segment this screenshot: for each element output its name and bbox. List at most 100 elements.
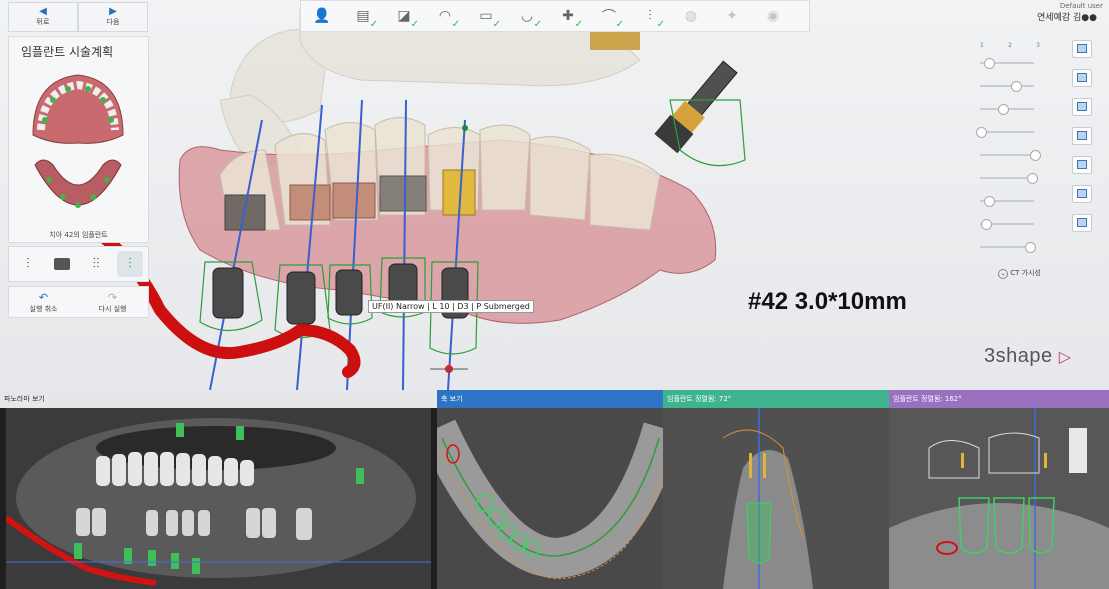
view-toggle-button-5[interactable] (1072, 156, 1092, 174)
undo-icon: ↶ (38, 290, 49, 304)
visibility-slider-7[interactable] (972, 194, 1042, 208)
check-icon: ✓ (615, 19, 624, 30)
axial-image[interactable] (437, 408, 663, 589)
visibility-panel: 1 2 3 (972, 40, 1048, 290)
workflow-step-guide[interactable]: ◍ (676, 3, 706, 29)
workflow-step-implant[interactable]: ⫶ ✓ (635, 3, 665, 30)
slider-handle[interactable] (976, 127, 987, 138)
visibility-slider-3[interactable] (972, 102, 1042, 116)
check-icon: ✓ (656, 19, 665, 30)
view-toggle-button-2[interactable] (1072, 69, 1092, 87)
slider-handle[interactable] (1011, 81, 1023, 92)
slider-handle[interactable] (1030, 150, 1041, 161)
workflow-step-export[interactable]: ✦ (717, 3, 747, 29)
tooth-crown-icon: ◠ (438, 8, 452, 24)
guide-implant-tool[interactable]: ⫶ (117, 251, 143, 277)
implant-info-label: UF(II) Narrow | L 10 | D3 | P Submerged (368, 300, 534, 313)
workflow-step-review[interactable]: ◉ (758, 3, 788, 29)
scan-data-icon: ▤ (356, 8, 370, 24)
workflow-step-tooth-crown[interactable]: ◠ ✓ (430, 3, 460, 30)
panorama-view[interactable]: 파노라마 보기 (0, 390, 437, 589)
export-icon: ✦ (726, 8, 738, 24)
workflow-step-patient[interactable]: 👤 (307, 3, 337, 29)
axial-view[interactable]: 축 보기 (437, 390, 663, 589)
visibility-slider-8[interactable] (972, 217, 1042, 231)
undo-redo-bar: ↶ 실행 취소 ↷ 다시 실행 (8, 286, 149, 318)
patient-icon: 👤 (313, 8, 331, 24)
3d-viewport[interactable]: UF(II) Narrow | L 10 | D3 | P Submerged … (0, 0, 1109, 390)
column-3-label: 3 (1036, 42, 1040, 49)
visibility-slider-9[interactable] (972, 240, 1042, 254)
arrow-left-icon: ◀ (39, 6, 47, 17)
multi-implant-tool[interactable]: ⫶⫶ (83, 251, 109, 277)
redo-button[interactable]: ↷ 다시 실행 (78, 287, 147, 317)
check-icon: ✓ (492, 19, 501, 30)
guide-implant-icon: ⫶ (128, 256, 132, 272)
slider-handle[interactable] (984, 196, 996, 207)
view-toggle-button-6[interactable] (1072, 185, 1092, 203)
dental-arch-chart[interactable] (23, 65, 133, 230)
workflow-toolbar: 👤 ▤ ✓ ◪ ✓ ◠ ✓ ▭ ✓ ◡ ✓ ✚ ✓ ⌒ ✓ ⫶ ✓ ◍ ✦ ◉ (300, 0, 810, 32)
check-icon: ✓ (410, 19, 419, 30)
cross-section-view-162[interactable]: 임플란트 정렬됨: 162° (889, 390, 1109, 589)
next-button[interactable]: ▶ 다음 (78, 2, 148, 32)
workflow-step-ct-slice[interactable]: ▭ ✓ (471, 3, 501, 30)
arch-curve-icon: ◡ (520, 8, 534, 24)
undo-label: 실행 취소 (29, 304, 58, 313)
implant-icon: ⫶ (648, 8, 652, 24)
chevron-down-icon: ⌄ (998, 269, 1008, 279)
slider-handle[interactable] (997, 104, 1009, 115)
review-icon: ◉ (766, 8, 780, 24)
panorama-header: 파노라마 보기 (0, 390, 437, 408)
ct-visibility-label: CT 가시성 (1010, 269, 1041, 277)
implant-component-toolbar: ⫶ ⫶⫶ ⫶ (8, 246, 149, 282)
workflow-step-scan-data[interactable]: ▤ ✓ (348, 3, 378, 30)
slider-handle[interactable] (984, 58, 996, 69)
bone-icon: ⌒ (602, 9, 616, 25)
cross-section-72-image[interactable] (663, 408, 889, 589)
user-default-label: Default user (1059, 2, 1103, 10)
workflow-step-scan-align[interactable]: ◪ ✓ (389, 3, 419, 30)
axial-header: 축 보기 (437, 390, 663, 408)
visibility-slider-6[interactable] (972, 171, 1042, 185)
visibility-slider-5[interactable] (972, 148, 1042, 162)
redo-icon: ↷ (107, 290, 118, 304)
workflow-step-nerve[interactable]: ✚ ✓ (553, 3, 583, 30)
view-toggle-button-1[interactable] (1072, 40, 1092, 58)
workflow-step-arch-curve[interactable]: ◡ ✓ (512, 3, 542, 30)
visibility-slider-1[interactable] (972, 56, 1042, 70)
cross-section-162-image[interactable] (889, 408, 1109, 589)
back-button[interactable]: ◀ 뒤로 (8, 2, 78, 32)
slider-handle[interactable] (981, 219, 993, 230)
view-toggle-button-4[interactable] (1072, 127, 1092, 145)
brand-logo-text: 3shape (984, 345, 1053, 367)
user-name[interactable]: 연세예감 김●● (1037, 10, 1097, 23)
workflow-step-bone[interactable]: ⌒ ✓ (594, 3, 624, 30)
redo-label: 다시 실행 (98, 304, 127, 313)
cross-section-view-72[interactable]: 임플란트 정렬됨: 72° (663, 390, 889, 589)
visibility-slider-4[interactable] (972, 125, 1042, 139)
slider-handle[interactable] (1027, 173, 1039, 184)
panel-title: 임플란트 시술계획 (21, 45, 114, 59)
check-icon: ✓ (574, 19, 583, 30)
check-icon: ✓ (533, 19, 542, 30)
ct-visibility-toggle[interactable]: ⌄ CT 가시성 (998, 268, 1041, 279)
column-2-label: 2 (1008, 42, 1012, 49)
scan-align-icon: ◪ (397, 8, 411, 24)
implant-plan-panel: 임플란트 시술계획 치아 42의 임플란트 (8, 36, 149, 243)
sleeve-icon (54, 258, 70, 270)
implant-icon: ⫶ (26, 256, 30, 272)
implant-annotation: #42 3.0*10mm (748, 288, 907, 315)
view-toggle-button-3[interactable] (1072, 98, 1092, 116)
next-label: 다음 (106, 18, 120, 26)
undo-button[interactable]: ↶ 실행 취소 (9, 287, 78, 317)
jaw-3d-model[interactable] (0, 0, 1109, 390)
view-toggle-button-7[interactable] (1072, 214, 1092, 232)
panorama-image[interactable] (6, 408, 431, 589)
sleeve-tool[interactable] (49, 251, 75, 277)
visibility-slider-2[interactable] (972, 79, 1042, 93)
slider-handle[interactable] (1024, 242, 1036, 253)
implant-tool[interactable]: ⫶ (15, 251, 41, 277)
cross-section-162-header: 임플란트 정렬됨: 162° (889, 390, 1109, 408)
check-icon: ✓ (369, 19, 378, 30)
